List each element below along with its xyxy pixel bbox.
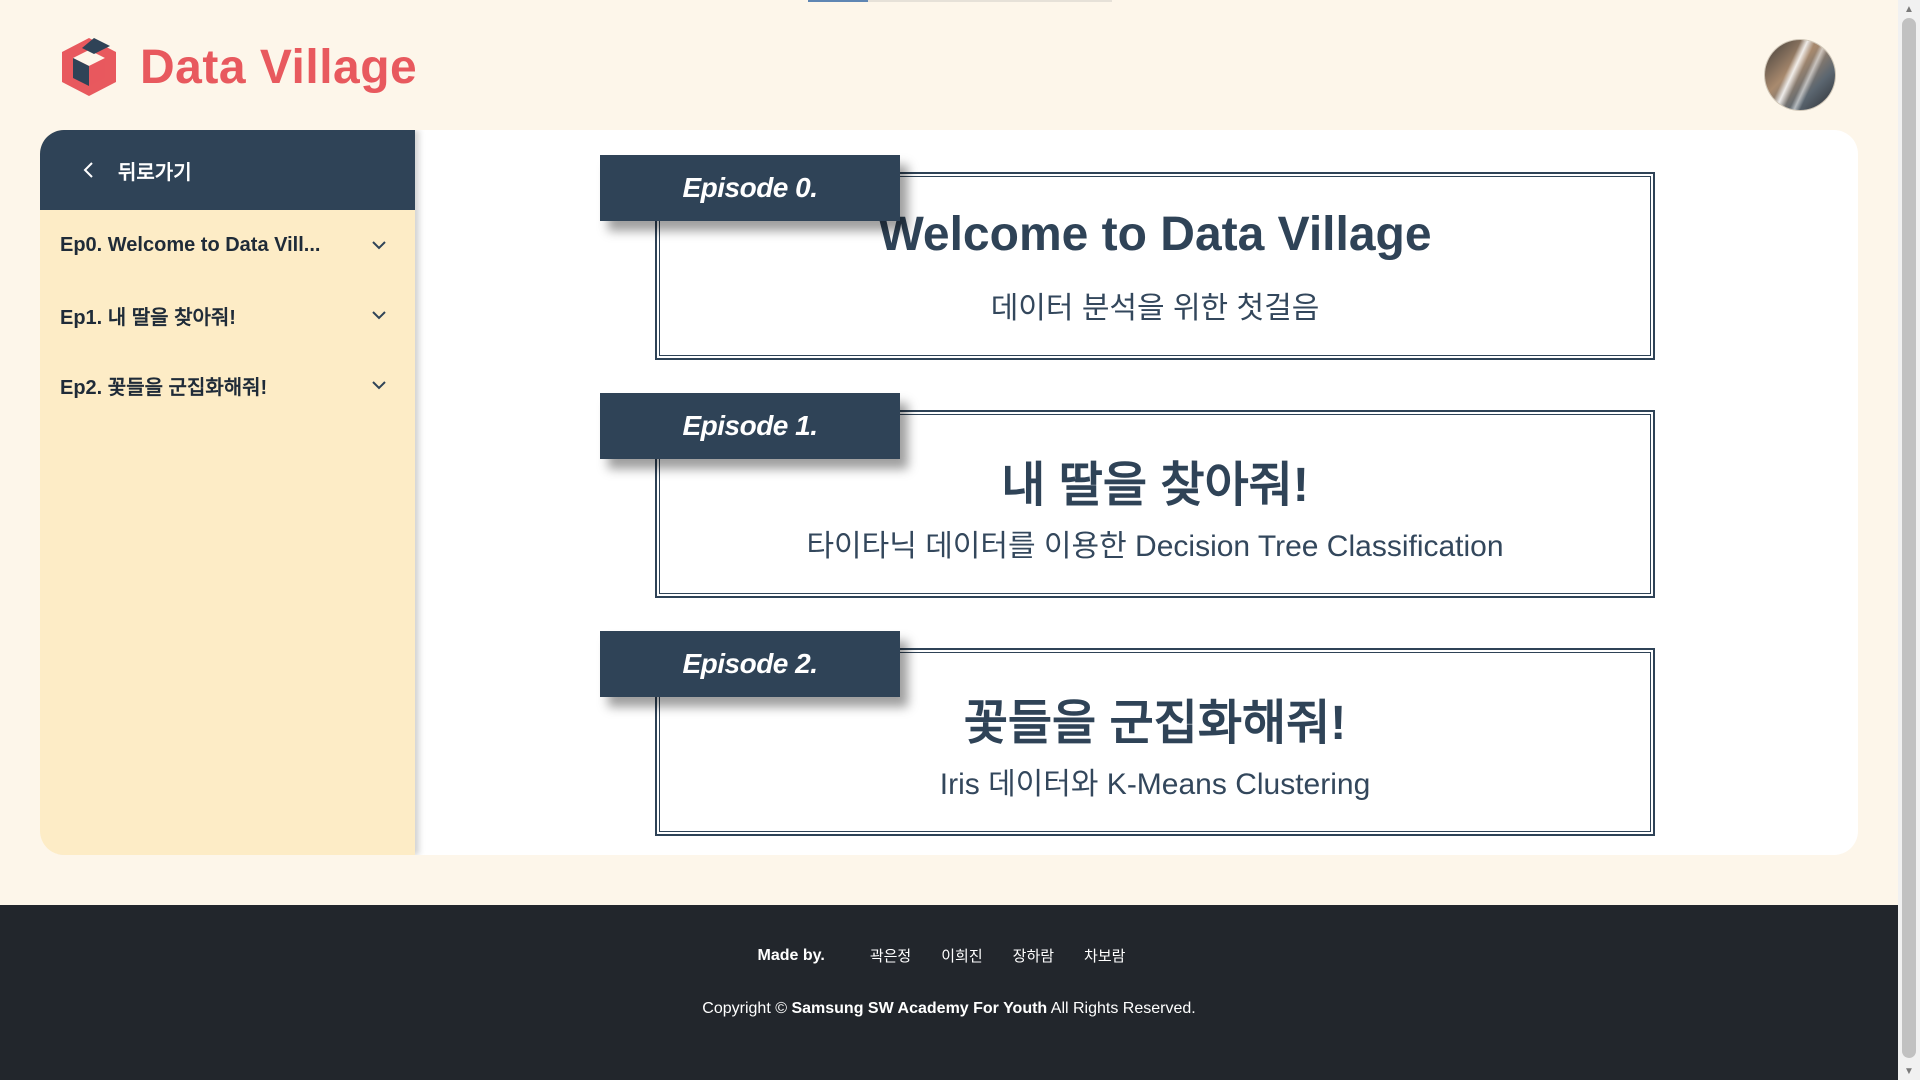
chevron-down-icon	[372, 381, 386, 390]
made-by-label: Made by.	[757, 946, 825, 964]
episode-tag: Episode 2.	[600, 631, 900, 697]
member-name: 곽은정	[869, 948, 912, 965]
page-scrollbar[interactable]: ▲ ▼	[1898, 0, 1920, 1080]
member-name: 이희진	[941, 948, 983, 965]
episode-tag-label: Episode 0.	[682, 172, 818, 203]
header: Data Village	[0, 0, 1898, 130]
sidebar-item-ep2[interactable]: Ep2. 꽃들을 군집화해줘!	[40, 350, 415, 420]
chevron-left-icon	[83, 162, 93, 178]
copyright-suffix: All Rights Reserved.	[1050, 1000, 1196, 1017]
data-village-logo-icon	[62, 38, 116, 96]
episode-subtitle: Iris 데이터와 K-Means Clustering	[939, 768, 1371, 801]
episode-subtitle: 타이타닉 데이터를 이용한 Decision Tree Classificati…	[806, 530, 1504, 563]
logo-link[interactable]: Data Village	[58, 36, 417, 98]
episode-card-0[interactable]: Episode 0. Welcome to Data Village 데이터 분…	[600, 155, 1655, 360]
episode-tag: Episode 0.	[600, 155, 900, 221]
episode-tag: Episode 1.	[600, 393, 900, 459]
member-name: 차보람	[1084, 948, 1126, 965]
episode-card-1[interactable]: Episode 1. 내 딸을 찾아줘! 타이타닉 데이터를 이용한 Decis…	[600, 393, 1655, 598]
chevron-down-icon	[372, 241, 386, 250]
member-name: 장하람	[1012, 948, 1055, 965]
back-label: 뒤로가기	[118, 161, 192, 184]
chevron-down-icon	[372, 311, 386, 320]
sidebar-item-label: Ep2. 꽃들을 군집화해줘!	[60, 376, 268, 399]
episode-subtitle: 데이터 분석을 위한 첫걸음	[990, 292, 1320, 325]
episode-list: Episode 0. Welcome to Data Village 데이터 분…	[415, 130, 1858, 855]
copyright-prefix: Copyright ©	[702, 1000, 787, 1017]
back-button[interactable]: 뒤로가기	[40, 130, 415, 210]
copyright-org: Samsung SW Academy For Youth	[791, 1000, 1048, 1017]
user-avatar[interactable]	[1765, 40, 1835, 110]
copyright: Copyright © Samsung SW Academy For Youth…	[0, 1000, 1898, 1018]
footer: Made by. 곽은정 이희진 장하람 차보람 Copyright © Sam…	[0, 905, 1898, 1080]
episode-tag-label: Episode 1.	[682, 410, 818, 441]
footer-credits: Made by. 곽은정 이희진 장하람 차보람	[0, 945, 1898, 966]
sidebar: 뒤로가기 Ep0. Welcome to Data Vill... Ep1. 내…	[40, 130, 415, 855]
episode-card-2[interactable]: Episode 2. 꽃들을 군집화해줘! Iris 데이터와 K-Means …	[600, 631, 1655, 836]
scrollbar-thumb[interactable]	[1902, 18, 1916, 1058]
sidebar-item-ep0[interactable]: Ep0. Welcome to Data Vill...	[40, 210, 415, 280]
sidebar-item-label: Ep1. 내 딸을 찾아줘!	[60, 306, 236, 329]
episode-tag-label: Episode 2.	[682, 648, 818, 679]
sidebar-item-ep1[interactable]: Ep1. 내 딸을 찾아줘!	[40, 280, 415, 350]
logo-text: Data Village	[140, 40, 418, 94]
main-panel: 뒤로가기 Ep0. Welcome to Data Vill... Ep1. 내…	[40, 130, 1858, 855]
sidebar-item-label: Ep0. Welcome to Data Vill...	[60, 233, 321, 256]
scroll-down-arrow-icon[interactable]: ▼	[1898, 1062, 1920, 1080]
scroll-up-arrow-icon[interactable]: ▲	[1898, 0, 1920, 18]
